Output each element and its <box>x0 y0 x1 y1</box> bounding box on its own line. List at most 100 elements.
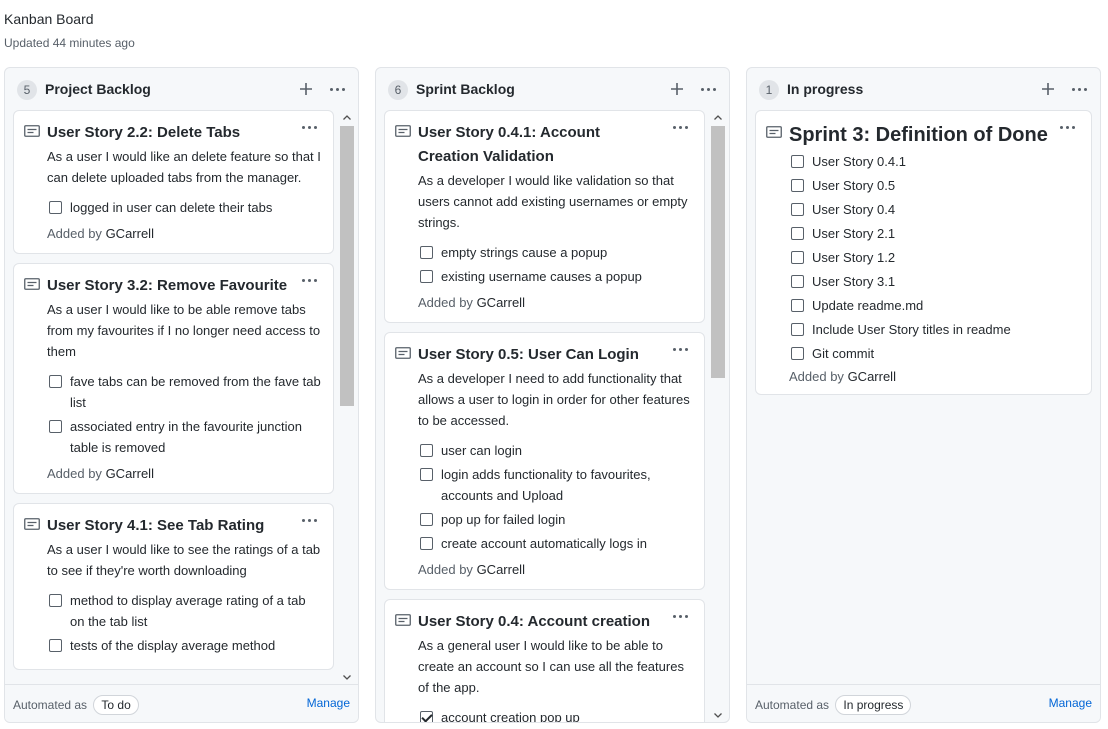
column-project-backlog: 5 Project Backlog User Story 2.2: Delete… <box>4 67 359 723</box>
kebab-horizontal-icon <box>297 272 321 288</box>
added-by: Added by GCarrell <box>789 368 1079 386</box>
board-title: Kanban Board <box>4 11 94 27</box>
author-link[interactable]: GCarrell <box>477 562 525 577</box>
card[interactable]: User Story 0.5: User Can Login As a deve… <box>384 332 705 590</box>
scroll-down-arrow-icon[interactable] <box>711 708 725 722</box>
card-menu-button[interactable] <box>1055 119 1079 135</box>
checklist-item: tests of the display average method <box>47 635 321 656</box>
checkbox[interactable] <box>791 299 804 312</box>
checklist-item: empty strings cause a popup <box>418 242 692 263</box>
scroll-up-arrow-icon[interactable] <box>340 110 354 124</box>
author-link[interactable]: GCarrell <box>106 226 154 241</box>
card-menu-button[interactable] <box>297 119 321 135</box>
plus-icon <box>300 83 312 95</box>
automation-pill: In progress <box>835 695 912 715</box>
card[interactable]: User Story 4.1: See Tab Rating As a user… <box>13 503 334 670</box>
column-sprint-backlog: 6 Sprint Backlog User Story 0.4.1: Accou… <box>375 67 730 723</box>
checkbox[interactable] <box>420 468 433 481</box>
checklist-item: pop up for failed login <box>418 509 692 530</box>
checkbox[interactable] <box>791 275 804 288</box>
manage-automation-link[interactable]: Manage <box>307 695 350 711</box>
scrollbar[interactable] <box>711 110 725 722</box>
column-menu-button[interactable] <box>697 79 719 99</box>
added-by: Added by GCarrell <box>47 465 321 483</box>
checklist-item-text: empty strings cause a popup <box>441 245 608 260</box>
added-by-label: Added by <box>418 295 473 310</box>
checklist-item: create account automatically logs in <box>418 533 692 554</box>
automation-status: Automated as In progress <box>755 695 912 715</box>
cards-list: User Story 0.4.1: Account Creation Valid… <box>384 110 705 722</box>
checkbox[interactable] <box>791 251 804 264</box>
added-by-label: Added by <box>47 466 102 481</box>
column-title: Sprint Backlog <box>416 81 515 97</box>
checkbox[interactable] <box>420 246 433 259</box>
scrollbar-thumb[interactable] <box>340 126 354 406</box>
checklist-item-text: tests of the display average method <box>70 638 276 653</box>
automation-status: Automated as To do <box>13 695 139 715</box>
checkbox[interactable] <box>791 347 804 360</box>
automation-label: Automated as <box>755 698 830 712</box>
card[interactable]: Sprint 3: Definition of Done User Story … <box>755 110 1092 395</box>
checklist-item: Git commit <box>789 343 1079 364</box>
card-description: As a user I would like to be able remove… <box>47 302 321 359</box>
checkbox[interactable] <box>420 513 433 526</box>
add-card-button[interactable] <box>667 78 687 100</box>
checkbox[interactable] <box>420 537 433 550</box>
kebab-horizontal-icon <box>297 512 321 528</box>
checklist-item: Update readme.md <box>789 295 1079 316</box>
checklist-item: fave tabs can be removed from the fave t… <box>47 371 321 413</box>
checklist-item-text: User Story 0.4 <box>812 202 896 217</box>
checkbox[interactable] <box>791 155 804 168</box>
checkbox[interactable] <box>49 639 62 652</box>
author-link[interactable]: GCarrell <box>106 466 154 481</box>
column-menu-button[interactable] <box>326 79 348 99</box>
scroll-down-arrow-icon[interactable] <box>340 670 354 684</box>
author-link[interactable]: GCarrell <box>848 369 896 384</box>
checklist-item-text: create account automatically logs in <box>441 536 647 551</box>
checkbox[interactable] <box>49 420 62 433</box>
checklist-item-text: user can login <box>441 443 522 458</box>
add-card-button[interactable] <box>1038 78 1058 100</box>
card-menu-button[interactable] <box>297 272 321 288</box>
checklist-item: user can login <box>418 440 692 461</box>
card[interactable]: User Story 0.4.1: Account Creation Valid… <box>384 110 705 323</box>
automation-label: Automated as <box>13 698 88 712</box>
checkbox[interactable] <box>791 323 804 336</box>
card-description: As a user I would like to see the rating… <box>47 542 321 578</box>
column-menu-button[interactable] <box>1068 79 1090 99</box>
checkbox[interactable] <box>791 179 804 192</box>
checkbox[interactable] <box>49 594 62 607</box>
add-card-button[interactable] <box>296 78 316 100</box>
checklist-item-text: User Story 0.4.1 <box>812 154 906 169</box>
manage-automation-link[interactable]: Manage <box>1049 695 1092 711</box>
card[interactable]: User Story 2.2: Delete Tabs As a user I … <box>13 110 334 254</box>
checklist: method to display average rating of a ta… <box>47 590 321 656</box>
checklist-item-text: existing username causes a popup <box>441 269 642 284</box>
checklist-item-text: logged in user can delete their tabs <box>70 200 273 215</box>
author-link[interactable]: GCarrell <box>477 295 525 310</box>
card-menu-button[interactable] <box>668 119 692 135</box>
card-menu-button[interactable] <box>668 608 692 624</box>
checkbox[interactable] <box>49 375 62 388</box>
checklist-item: method to display average rating of a ta… <box>47 590 321 632</box>
checkbox[interactable] <box>420 270 433 283</box>
checkbox[interactable] <box>420 444 433 457</box>
scrollbar[interactable] <box>340 110 354 684</box>
column-in-progress: 1 In progress Sprint 3: Definition of Do… <box>746 67 1101 723</box>
checkbox[interactable] <box>791 203 804 216</box>
kebab-horizontal-icon <box>668 341 692 357</box>
checkbox[interactable] <box>791 227 804 240</box>
card-menu-button[interactable] <box>297 512 321 528</box>
checklist-item-text: User Story 3.1 <box>812 274 896 289</box>
checkbox-checked[interactable] <box>420 711 433 722</box>
checklist-item: Include User Story titles in readme <box>789 319 1079 340</box>
column-title: In progress <box>787 81 864 97</box>
card[interactable]: User Story 3.2: Remove Favourite As a us… <box>13 263 334 494</box>
scroll-up-arrow-icon[interactable] <box>711 110 725 124</box>
checklist-item: login adds functionality to favourites, … <box>418 464 692 506</box>
added-by-label: Added by <box>418 562 473 577</box>
card[interactable]: User Story 0.4: Account creation As a ge… <box>384 599 705 722</box>
card-menu-button[interactable] <box>668 341 692 357</box>
scrollbar-thumb[interactable] <box>711 126 725 378</box>
checkbox[interactable] <box>49 201 62 214</box>
